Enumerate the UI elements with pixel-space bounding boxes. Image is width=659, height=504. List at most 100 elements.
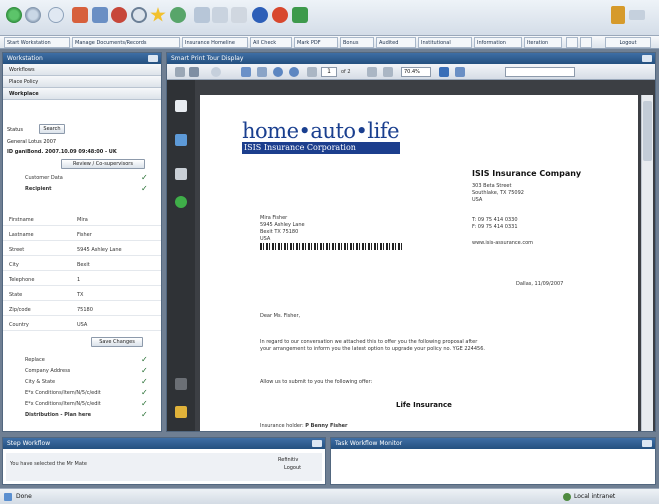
step-action-line[interactable]: Refinitiv [278,457,298,463]
checkmark-icon[interactable]: ✓ [141,184,148,193]
two-page-icon[interactable] [455,67,465,77]
company-contact-line: www.isis-assurance.com [472,240,534,246]
checkmark-icon[interactable]: ✓ [141,366,148,375]
check-row: City & State ✓ [3,377,161,387]
menu-start-workstation[interactable]: Start Workstation [4,37,70,48]
next-page-icon[interactable] [367,67,377,77]
state-field[interactable]: TX [75,291,141,300]
info-icon[interactable] [252,7,268,23]
refresh-icon[interactable] [48,7,64,23]
logout-button[interactable]: Logout [605,37,651,48]
pen-tool-icon[interactable] [175,378,187,390]
checkmark-icon[interactable]: ✓ [141,399,148,408]
menu-manage-documents[interactable]: Manage Documents/Records [72,37,180,48]
search-button[interactable]: Search [39,124,65,134]
menu-bonus[interactable]: Bonus [340,37,374,48]
checkmark-icon[interactable]: ✓ [141,173,148,182]
field-label: Street [9,247,25,253]
check-row: Recipient ✓ [3,184,161,194]
menu-information[interactable]: Information [474,37,522,48]
document-scrollbar[interactable] [641,95,653,431]
page-number-box[interactable]: 1 [321,67,337,77]
letter-body-line: In regard to our conversation we attache… [260,339,478,345]
street-field[interactable]: 5945 Ashley Lane [75,246,141,255]
task-workflow-title-text: Task Workflow Monitor [335,440,403,447]
zone-icon [563,493,571,501]
bookmarks-icon[interactable] [175,134,187,146]
print-icon[interactable] [111,7,127,23]
telephone-field[interactable]: 1 [75,276,141,285]
zoom-level-field[interactable]: 70.4% [401,67,431,77]
menu-iteration[interactable]: Iteration [524,37,562,48]
letter-greeting: Dear Ms. Fisher, [260,313,301,319]
forward-icon[interactable] [25,7,41,23]
check-row: Company Address ✓ [3,366,161,376]
find-field[interactable] [505,67,575,77]
select-tool-icon[interactable] [257,67,267,77]
checkmark-icon[interactable]: ✓ [141,388,148,397]
section-workplace[interactable]: Workplace [3,88,161,100]
stop-icon[interactable] [272,7,288,23]
save-icon[interactable] [189,67,199,77]
menu-insurance-homeline[interactable]: Insurance Homeline [182,37,248,48]
folder-icon[interactable] [194,7,210,23]
fit-page-icon[interactable] [383,67,393,77]
city-field[interactable]: Bexit [75,261,141,270]
viewer-title: Smart Print Tour Display [167,53,655,64]
save-changes-button[interactable]: Save Changes [91,337,143,347]
history-icon[interactable] [170,7,186,23]
panel-close-icon[interactable] [148,55,158,62]
copy-icon[interactable] [212,7,228,23]
checkmark-icon[interactable]: ✓ [141,410,148,419]
offer-intro: Allow us to submit to you the following … [260,379,373,385]
check-label: Distribution - Plan here [25,412,92,418]
viewer-close-icon[interactable] [642,55,652,62]
panel-close-icon[interactable] [312,440,322,447]
zoom-out-icon[interactable] [289,67,299,77]
print-icon[interactable] [175,67,185,77]
search-icon[interactable] [211,67,221,77]
status-green-icon[interactable] [175,196,187,208]
checkmark-icon[interactable]: ✓ [141,355,148,364]
settings-icon[interactable] [292,7,308,23]
single-page-icon[interactable] [439,67,449,77]
section-place-policy[interactable]: Place Policy [3,76,161,88]
step-action-line[interactable]: Logout [284,465,301,471]
search-icon[interactable] [131,7,147,23]
field-label: City [9,262,19,268]
pages-icon[interactable] [175,100,187,112]
lastname-field[interactable]: Fisher [75,231,141,240]
scroll-thumb[interactable] [643,101,652,161]
menu-institutional[interactable]: Institutional [418,37,472,48]
attachment-icon[interactable] [175,406,187,418]
menu-nav-next[interactable] [580,37,592,48]
prev-page-icon[interactable] [307,67,317,77]
menu-audited[interactable]: Audited [376,37,416,48]
menu-nav-prev[interactable] [566,37,578,48]
back-icon[interactable] [6,7,22,23]
favorites-star-icon[interactable] [150,7,166,22]
field-label: Zip/code [9,307,31,313]
checkmark-icon[interactable]: ✓ [141,377,148,386]
zoom-in-icon[interactable] [273,67,283,77]
paste-icon[interactable] [231,7,247,23]
mail-icon[interactable] [92,7,108,23]
postal-barcode [260,243,402,250]
company-address-line: 303 Beta Street [472,183,512,189]
section-workflows[interactable]: Workflows [3,64,161,76]
check-row: Customer Data ✓ [3,173,161,183]
zone-text: Local intranet [574,493,616,500]
home-icon[interactable] [72,7,88,23]
menu-mark-pdf[interactable]: Mark PDF [294,37,338,48]
hand-tool-icon[interactable] [241,67,251,77]
country-field[interactable]: USA [75,321,141,330]
field-label: Lastname [9,232,34,238]
firstname-field[interactable]: Mira [75,216,141,225]
zip-field[interactable]: 75180 [75,306,141,315]
menu-all-check[interactable]: All Check [250,37,292,48]
field-label: Telephone [9,277,35,283]
check-row: Distribution - Plan here ✓ [3,410,161,420]
panel-close-icon[interactable] [642,440,652,447]
signatures-icon[interactable] [175,168,187,180]
review-button[interactable]: Review / Co-supervisors [61,159,145,169]
